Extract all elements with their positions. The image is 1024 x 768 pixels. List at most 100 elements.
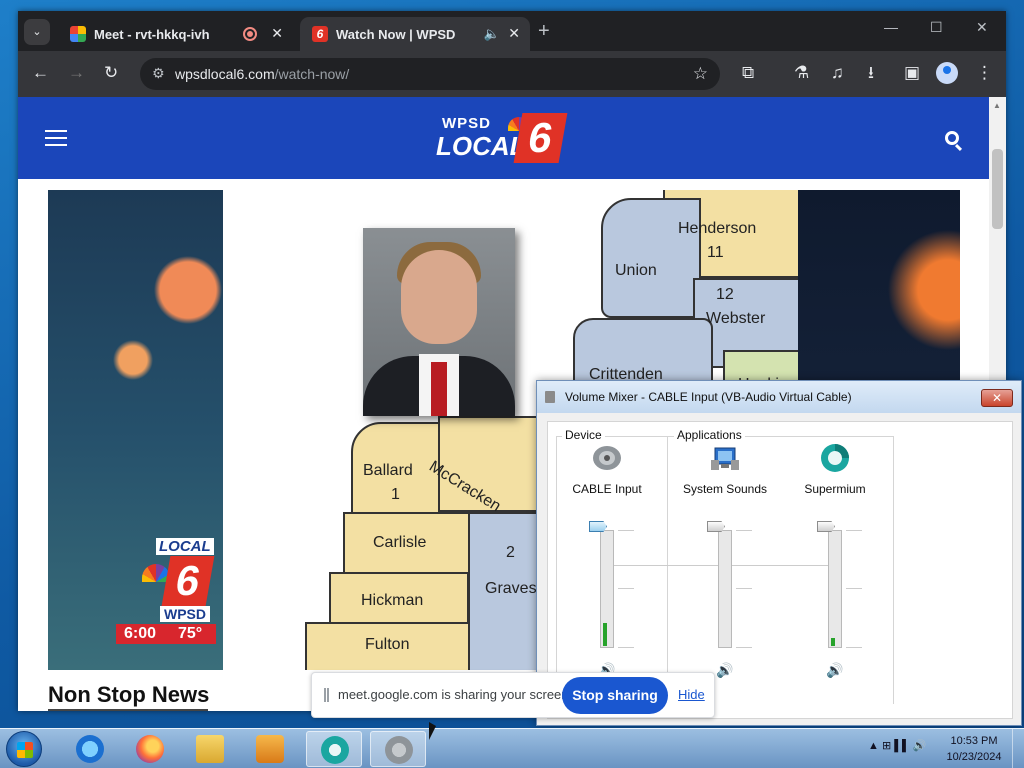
county-union xyxy=(601,198,701,318)
bug-wpsd: WPSD xyxy=(160,606,210,622)
url-path: /watch-now/ xyxy=(274,66,350,82)
slider-ticks xyxy=(736,530,752,648)
page-heading: Non Stop News xyxy=(48,682,210,707)
minimize-button[interactable]: — xyxy=(884,19,898,35)
search-icon[interactable] xyxy=(945,131,959,145)
drag-handle-icon[interactable] xyxy=(324,688,329,702)
volume-slider-thumb[interactable] xyxy=(589,521,607,532)
supermium-icon xyxy=(321,736,349,764)
share-message: meet.google.com is sharing your screen. xyxy=(338,687,573,702)
browser-menu-icon[interactable]: ⋮ xyxy=(976,63,993,83)
tab-meet[interactable]: Meet - rvt-hkkq-ivh ✕ xyxy=(58,17,293,51)
county-label: Fulton xyxy=(365,636,410,653)
labs-icon[interactable]: ⚗ xyxy=(794,63,809,83)
tab-title: Meet - rvt-hkkq-ivh xyxy=(94,27,210,42)
mute-speaker-icon[interactable]: 🔊 xyxy=(716,662,733,679)
volume-slider-track[interactable] xyxy=(718,530,732,648)
clock-date: 10/23/2024 xyxy=(946,751,1002,763)
county-number: 11 xyxy=(707,244,724,261)
clock-time: 10:53 PM xyxy=(950,735,998,747)
profile-avatar[interactable] xyxy=(936,62,958,84)
station-bug: LOCAL 6 WPSD 6:00 75° xyxy=(116,538,216,646)
county-number: 12 xyxy=(716,286,734,303)
logo-local: LOCAL xyxy=(436,131,526,161)
bug-temp: 75° xyxy=(178,625,203,642)
google-meet-icon xyxy=(70,26,86,42)
reload-button[interactable]: ↻ xyxy=(104,63,118,83)
bug-six: 6 xyxy=(161,556,215,606)
stop-sharing-button[interactable]: Stop sharing xyxy=(562,677,668,714)
url-text: wpsdlocal6.com/watch-now/ xyxy=(175,66,349,82)
county-label: Carlisle xyxy=(373,534,427,551)
channel-label: CABLE Input xyxy=(572,482,642,496)
scroll-up-icon[interactable]: ▲ xyxy=(993,101,1001,110)
site-logo[interactable]: WPSD LOCAL 6 xyxy=(436,113,571,165)
tab-strip: ⌄ Meet - rvt-hkkq-ivh ✕ 6 Watch Now | WP… xyxy=(18,11,1006,51)
clock[interactable]: 10:53 PM 10/23/2024 xyxy=(942,733,1006,765)
wpsd-favicon: 6 xyxy=(312,26,328,42)
speaker-device-icon xyxy=(385,736,413,764)
forward-button[interactable]: → xyxy=(68,63,85,83)
mixer-title: Volume Mixer - CABLE Input (VB-Audio Vir… xyxy=(565,390,852,404)
back-button[interactable]: ← xyxy=(32,63,49,83)
channel-system-sounds: System Sounds 🔊 xyxy=(670,442,780,682)
url-host: wpsdlocal6.com xyxy=(175,66,275,82)
tab-wpsd[interactable]: 6 Watch Now | WPSD Local 6 🔈 ✕ xyxy=(300,17,530,51)
volume-slider-thumb[interactable] xyxy=(707,521,725,532)
scrollbar-thumb[interactable] xyxy=(992,149,1003,229)
county-label: Hickman xyxy=(361,592,424,609)
volume-slider-track[interactable] xyxy=(600,530,614,648)
mouse-cursor xyxy=(429,722,436,740)
device-label: Device xyxy=(562,428,605,442)
taskbar-media-player[interactable] xyxy=(242,731,298,767)
channel-label: System Sounds xyxy=(682,482,768,496)
browser-toolbar: ← → ↻ ⚙ wpsdlocal6.com/watch-now/ ☆ ⧉ ⚗ … xyxy=(18,51,1006,97)
new-tab-button[interactable]: + xyxy=(538,20,550,43)
volume-slider-track[interactable] xyxy=(828,530,842,648)
address-bar[interactable]: ⚙ wpsdlocal6.com/watch-now/ ☆ xyxy=(140,58,720,90)
heading-underline xyxy=(48,709,208,711)
hide-link[interactable]: Hide xyxy=(678,687,705,702)
screen-share-bar: meet.google.com is sharing your screen. … xyxy=(311,672,715,718)
logo-six: 6 xyxy=(513,113,568,163)
county-number: 2 xyxy=(506,544,515,561)
mixer-close-button[interactable]: ✕ xyxy=(981,389,1013,407)
mute-speaker-icon[interactable]: 🔊 xyxy=(826,662,843,679)
maximize-button[interactable]: ☐ xyxy=(930,19,943,36)
site-info-icon[interactable]: ⚙ xyxy=(152,65,165,82)
close-tab-icon[interactable]: ✕ xyxy=(271,25,283,42)
show-desktop-button[interactable] xyxy=(1012,729,1024,768)
time-temp-bar: 6:00 75° xyxy=(116,624,216,644)
tab-search-button[interactable]: ⌄ xyxy=(24,19,50,45)
channel-cable-input: CABLE Input 🔊 xyxy=(552,442,662,682)
folder-icon xyxy=(196,735,224,763)
tab-title: Watch Now | WPSD Local 6 xyxy=(336,27,456,42)
county-label: Union xyxy=(615,262,657,279)
applications-label: Applications xyxy=(674,428,745,442)
bookmark-star-icon[interactable]: ☆ xyxy=(693,64,708,84)
system-tray[interactable]: ▲ ⊞ ▌▌ 🔊 xyxy=(868,739,927,752)
taskbar-supermium[interactable] xyxy=(306,731,362,767)
download-icon[interactable]: ⭳ xyxy=(868,63,874,83)
mixer-title-bar[interactable]: Volume Mixer - CABLE Input (VB-Audio Vir… xyxy=(537,381,1021,413)
volume-slider-thumb[interactable] xyxy=(817,521,835,532)
start-button[interactable] xyxy=(6,731,42,767)
county-label: Ballard xyxy=(363,462,413,479)
taskbar-explorer[interactable] xyxy=(182,731,238,767)
taskbar-ie[interactable] xyxy=(62,731,118,767)
close-tab-icon[interactable]: ✕ xyxy=(508,25,520,42)
hamburger-menu-icon[interactable] xyxy=(45,130,67,146)
channel-label: Supermium xyxy=(804,482,866,496)
county-label: Webster xyxy=(706,310,766,327)
media-control-icon[interactable]: ♫ xyxy=(831,63,844,83)
extensions-icon[interactable]: ⧉ xyxy=(742,63,754,83)
close-window-button[interactable]: ✕ xyxy=(976,19,988,36)
level-meter xyxy=(603,623,607,646)
internet-explorer-icon xyxy=(76,735,104,763)
bug-time: 6:00 xyxy=(124,625,157,642)
side-panel-icon[interactable]: ▣ xyxy=(904,63,920,83)
taskbar-volume-mixer[interactable] xyxy=(370,731,426,767)
audio-playing-icon[interactable]: 🔈 xyxy=(484,26,500,42)
taskbar-firefox[interactable] xyxy=(122,731,178,767)
county-label: Henderson xyxy=(678,220,757,237)
